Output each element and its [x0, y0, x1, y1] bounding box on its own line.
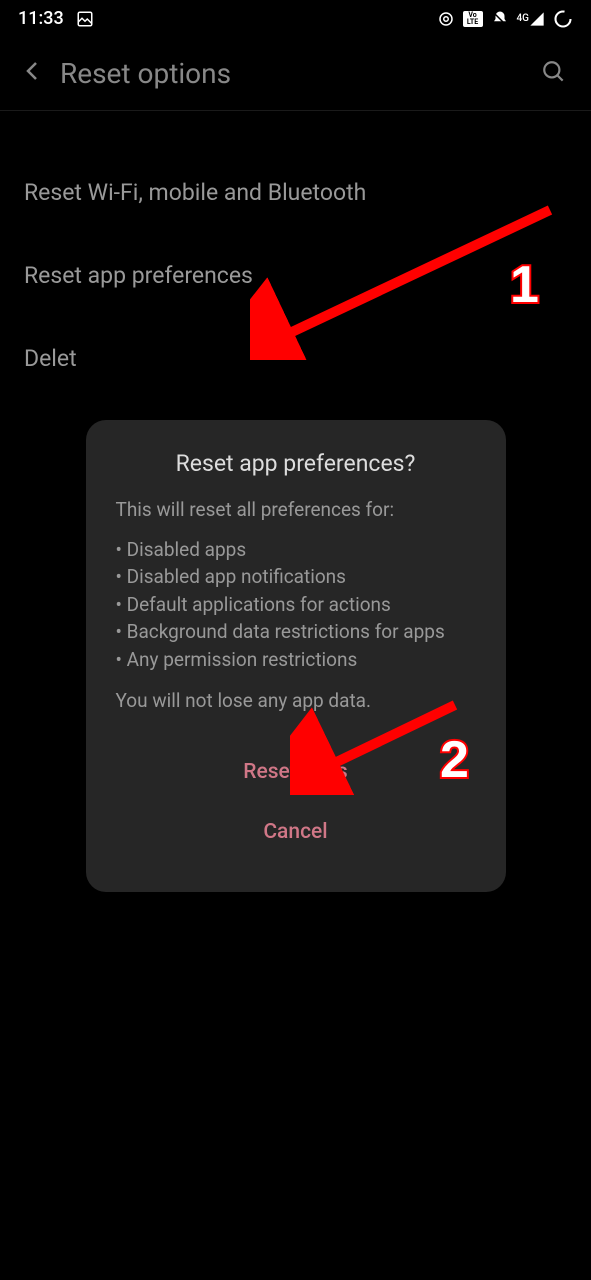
annotation-number-2: 2 [440, 730, 469, 790]
reset-dialog: Reset app preferences? This will reset a… [86, 420, 506, 892]
dialog-intro: This will reset all preferences for: [116, 497, 476, 524]
dialog-bullet-list: • Disabled apps • Disabled app notificat… [116, 536, 476, 674]
dialog-bullet: • Default applications for actions [116, 591, 476, 619]
cancel-button[interactable]: Cancel [116, 802, 476, 862]
annotation-number-1: 1 [510, 255, 539, 315]
dialog-footer-text: You will not lose any app data. [116, 689, 476, 712]
reset-apps-button[interactable]: Reset apps [116, 742, 476, 802]
dialog-bullet: • Disabled apps [116, 536, 476, 564]
dialog-bullet: • Disabled app notifications [116, 563, 476, 591]
dialog-bullet: • Any permission restrictions [116, 646, 476, 674]
dialog-bullet: • Background data restrictions for apps [116, 618, 476, 646]
dialog-overlay: Reset app preferences? This will reset a… [0, 0, 591, 1280]
dialog-title: Reset app preferences? [116, 450, 476, 477]
